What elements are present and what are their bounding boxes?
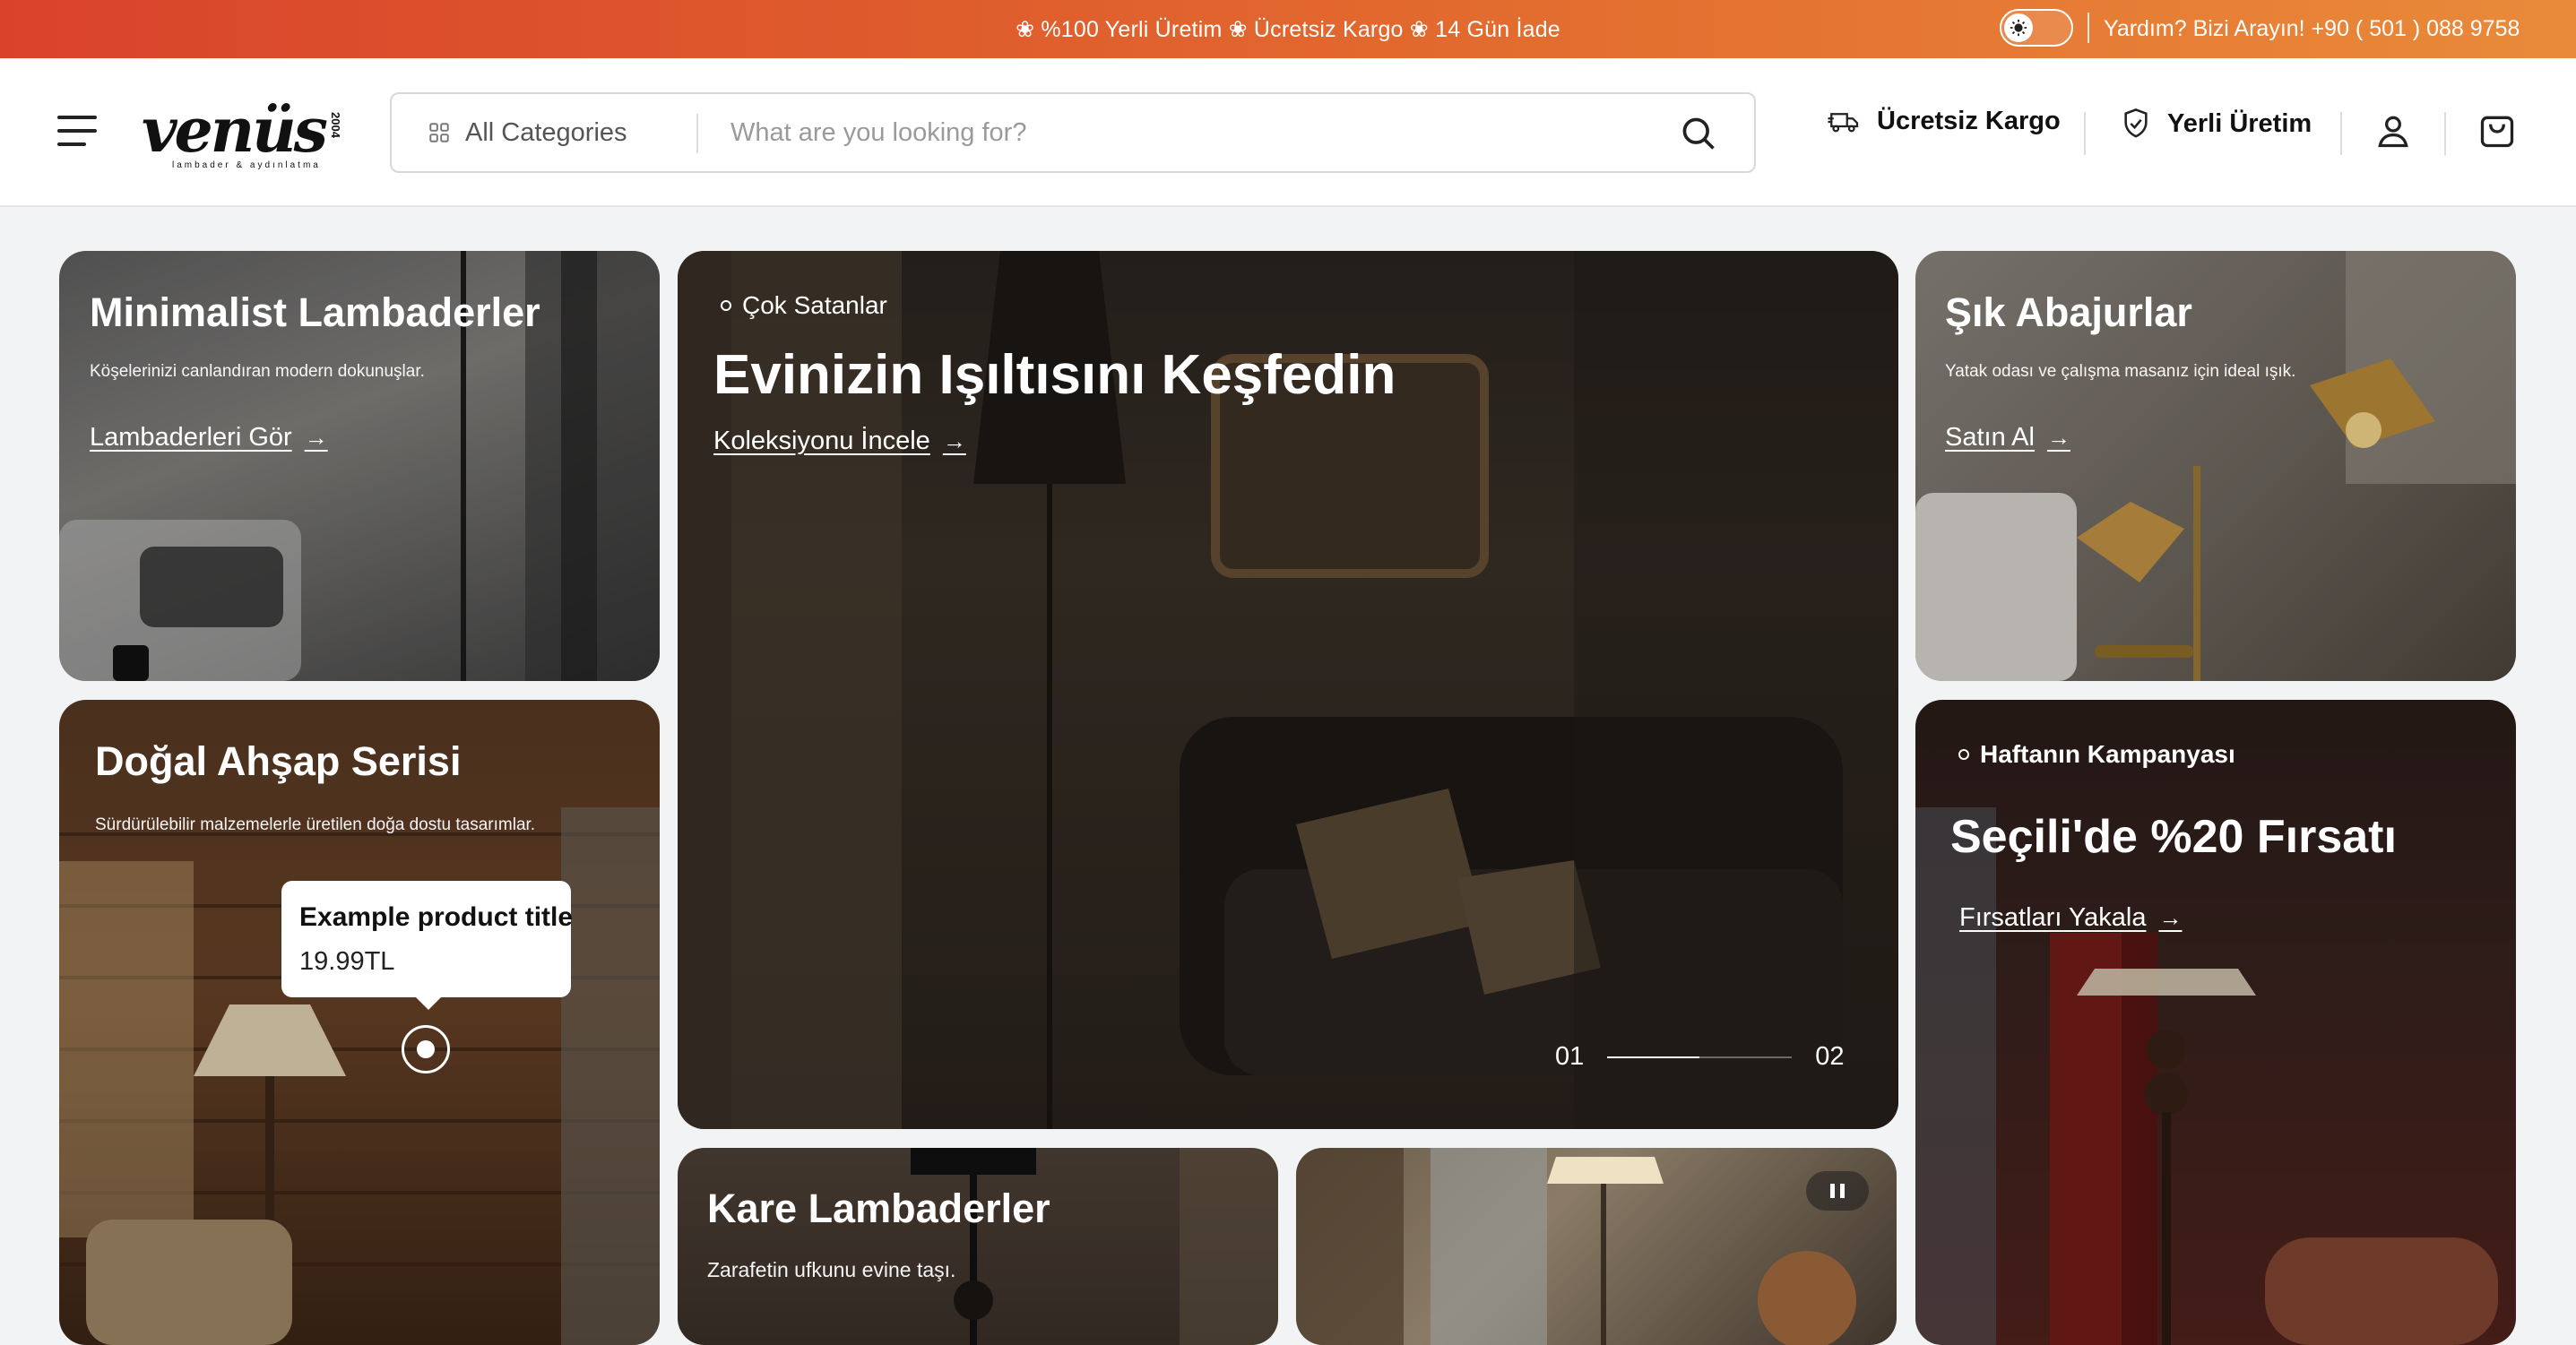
help-phone-text[interactable]: Yardım? Bizi Arayın! +90 ( 501 ) 088 975… [2104, 16, 2520, 42]
divider [2340, 112, 2342, 155]
circle-icon [1958, 749, 1969, 760]
free-shipping-badge[interactable]: Ücretsiz Kargo [1827, 107, 2061, 136]
category-label: All Categories [465, 117, 627, 147]
divider [2444, 112, 2446, 155]
pager-progress-track [1607, 1056, 1793, 1058]
card-title: Doğal Ahşap Serisi [95, 738, 462, 784]
card-title: Şık Abajurlar [1945, 289, 2192, 335]
category-select[interactable]: All Categories [428, 94, 627, 171]
free-shipping-label: Ücretsiz Kargo [1877, 107, 2061, 135]
card-description: Sürdürülebilir malzemelerle üretilen doğ… [95, 815, 536, 834]
truck-icon [1828, 112, 1859, 132]
site-logo[interactable]: venüs 2004 lambader & aydınlatma [142, 95, 357, 175]
product-hotspot-button[interactable] [402, 1025, 450, 1073]
campaign-tag: Haftanın Kampanyası [1958, 740, 2235, 769]
theme-toggle[interactable] [2000, 9, 2073, 47]
search-input[interactable] [730, 110, 1627, 155]
logo-wordmark: venüs [142, 95, 328, 167]
hero-title: Evinizin Işıltısını Keşfedin [713, 344, 1396, 406]
campaign-title: Seçili'de %20 Fırsatı [1950, 811, 2397, 863]
card-background-image [1915, 700, 2516, 1345]
arrow-right-icon: → [2158, 904, 2183, 931]
pause-icon[interactable] [1806, 1171, 1869, 1211]
card-background-image [59, 700, 660, 1345]
logo-year: 2004 [328, 112, 342, 138]
card-link[interactable]: Lambaderleri Gör → [90, 423, 328, 453]
pager-next[interactable]: 02 [1815, 1042, 1844, 1072]
card-table-lamps[interactable]: Şık Abajurlar Yatak odası ve çalışma mas… [1915, 251, 2516, 681]
card-weekly-campaign[interactable]: Haftanın Kampanyası Seçili'de %20 Fırsat… [1915, 700, 2516, 1345]
search-icon[interactable] [1679, 114, 1718, 153]
product-tooltip[interactable]: Example product title 19.99TL [281, 881, 574, 1010]
hero-link-label: Koleksiyonu İncele [713, 427, 930, 455]
cart-bag-icon[interactable] [2477, 111, 2517, 151]
hero-slider[interactable]: Çok Satanlar Evinizin Işıltısını Keşfedi… [678, 251, 1898, 1129]
campaign-link-label: Fırsatları Yakala [1959, 903, 2147, 932]
card-lifestyle-video[interactable] [1296, 1148, 1897, 1345]
search-bar: All Categories [390, 92, 1756, 173]
card-title: Minimalist Lambaderler [90, 289, 540, 335]
circle-icon [721, 300, 731, 311]
hero-tag: Çok Satanlar [721, 291, 887, 320]
arrow-right-icon: → [2046, 424, 2070, 451]
shield-check-icon [2124, 108, 2148, 138]
grid-icon [429, 123, 449, 142]
card-description: Köşelerinizi canlandıran modern dokunuşl… [90, 362, 425, 381]
product-title: Example product title [299, 902, 574, 932]
local-production-badge[interactable]: Yerli Üretim [2121, 107, 2312, 141]
hotspot-dot-icon [417, 1040, 435, 1058]
user-account-icon[interactable] [2373, 111, 2413, 151]
campaign-tag-label: Haftanın Kampanyası [1980, 740, 2235, 768]
card-wood-series[interactable]: Doğal Ahşap Serisi Sürdürülebilir malzem… [59, 700, 660, 1345]
pager-current: 01 [1555, 1042, 1585, 1071]
card-link[interactable]: Satın Al → [1945, 423, 2070, 453]
campaign-link[interactable]: Fırsatları Yakala → [1959, 903, 2182, 933]
sun-icon [2004, 13, 2033, 42]
hamburger-menu-icon[interactable] [57, 116, 97, 146]
card-link-label: Lambaderleri Gör [90, 423, 292, 452]
local-production-label: Yerli Üretim [2167, 108, 2312, 138]
card-background-image [1296, 1148, 1856, 1345]
divider [696, 114, 698, 153]
divider [2084, 112, 2086, 155]
logo-tagline: lambader & aydınlatma [172, 160, 321, 170]
card-background-image [678, 1148, 1278, 1345]
arrow-right-icon: → [942, 427, 966, 454]
card-title: Kare Lambaderler [707, 1185, 1050, 1231]
slider-pager[interactable]: 01 02 [1555, 1042, 1845, 1072]
arrow-right-icon: → [304, 424, 328, 451]
card-description: Zarafetin ufkunu evine taşı. [707, 1258, 956, 1281]
card-minimalist-lamps[interactable]: Minimalist Lambaderler Köşelerinizi canl… [59, 251, 660, 681]
card-square-lamps[interactable]: Kare Lambaderler Zarafetin ufkunu evine … [678, 1148, 1278, 1345]
announcement-bar: ❀ %100 Yerli Üretim ❀ Ücretsiz Kargo ❀ 1… [0, 0, 2576, 58]
pager-progress-fill [1607, 1056, 1700, 1058]
hero-tag-label: Çok Satanlar [742, 291, 887, 319]
product-price: 19.99TL [299, 947, 395, 976]
card-description: Yatak odası ve çalışma masanız için idea… [1945, 362, 2296, 381]
card-link-label: Satın Al [1945, 423, 2035, 452]
hero-link[interactable]: Koleksiyonu İncele → [713, 427, 966, 456]
divider [2088, 13, 2089, 43]
